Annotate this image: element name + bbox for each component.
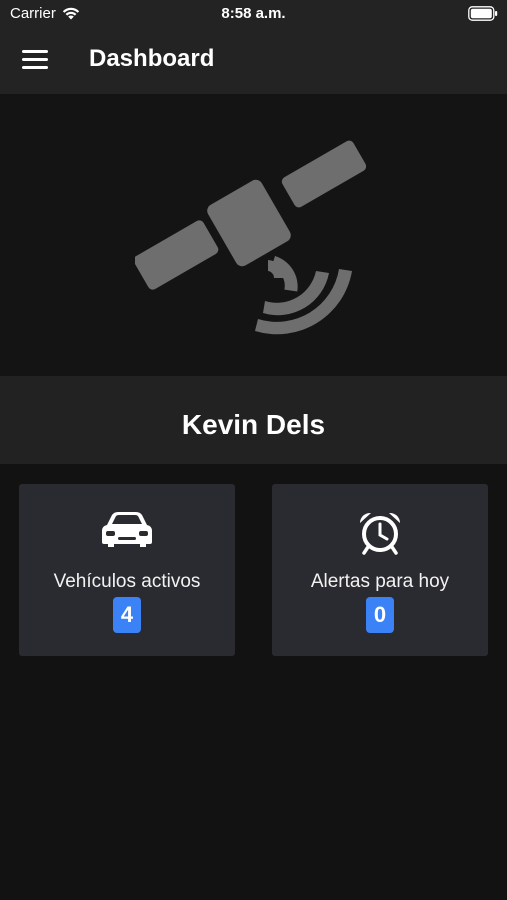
status-bar: Carrier 8:58 a.m. <box>0 0 507 28</box>
user-band: Kevin Dels <box>0 376 507 464</box>
active-vehicles-label: Vehículos activos <box>53 571 201 592</box>
active-vehicles-count-badge: 4 <box>113 597 141 633</box>
user-name: Kevin Dels <box>181 409 326 440</box>
page-title: Dashboard <box>89 45 215 72</box>
satellite-icon <box>135 140 367 335</box>
alerts-today-count-badge: 0 <box>366 597 394 633</box>
active-vehicles-card[interactable]: Vehículos activos 4 <box>19 484 235 656</box>
menu-icon[interactable] <box>22 50 48 72</box>
alerts-today-label: Alertas para hoy <box>310 571 450 592</box>
app-bar: Dashboard <box>0 28 507 94</box>
clock-time: 8:58 a.m. <box>221 5 286 22</box>
alerts-today-card[interactable]: Alertas para hoy 0 <box>272 484 488 656</box>
alarm-clock-icon <box>359 512 401 555</box>
battery-icon <box>468 6 498 21</box>
car-icon <box>102 512 152 547</box>
